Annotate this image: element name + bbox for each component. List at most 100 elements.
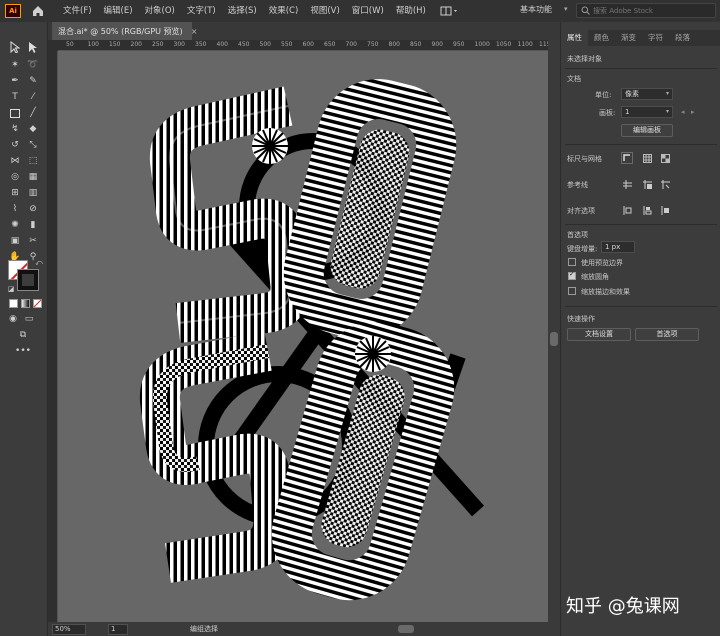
menu-item[interactable]: 效果(C) bbox=[263, 0, 305, 22]
home-icon[interactable] bbox=[31, 4, 45, 18]
selection-status: 未选择对象 bbox=[567, 55, 602, 63]
gradient-tool-icon[interactable]: ▥ bbox=[26, 186, 40, 200]
show-guides-icon[interactable] bbox=[621, 178, 633, 190]
document-tab[interactable]: 混合.ai* @ 50% (RGB/GPU 预览) × bbox=[52, 22, 197, 40]
menu-item[interactable]: 窗口(W) bbox=[346, 0, 390, 22]
ruler-tick-label: 100 bbox=[87, 41, 99, 48]
screen-mode-icon[interactable]: ▭ bbox=[22, 312, 36, 326]
symbol-sprayer-icon[interactable]: ✺ bbox=[8, 218, 22, 232]
line-tool-icon[interactable]: ⁄ bbox=[26, 90, 40, 104]
pen-tool-icon[interactable]: ✒ bbox=[8, 74, 22, 88]
units-select[interactable]: 像素 ▾ bbox=[621, 88, 673, 100]
search-input[interactable] bbox=[593, 6, 708, 15]
artboard-next-icon[interactable]: ▸ bbox=[691, 108, 695, 116]
artboard-select[interactable]: 1 ▾ bbox=[621, 106, 673, 118]
width-tool-icon[interactable]: ⋈ bbox=[8, 154, 22, 168]
use-preview-bounds-label: 使用预览边界 bbox=[581, 259, 623, 267]
use-preview-bounds-checkbox[interactable] bbox=[568, 258, 576, 266]
document-tab-bar: 混合.ai* @ 50% (RGB/GPU 预览) × bbox=[48, 22, 560, 40]
swap-colors-icon[interactable]: ⤺ bbox=[32, 256, 46, 270]
draw-mode-icon[interactable]: ◉ bbox=[6, 312, 20, 326]
panel-tab[interactable]: 渐变 bbox=[615, 30, 642, 46]
document-setup-button[interactable]: 文档设置 bbox=[567, 328, 631, 341]
panel-tab[interactable]: 字符 bbox=[642, 30, 669, 46]
mesh-tool-icon[interactable]: ⊞ bbox=[8, 186, 22, 200]
align-to-artboard-icon[interactable] bbox=[659, 204, 671, 216]
divider bbox=[565, 144, 717, 145]
align-options-label: 对齐选项 bbox=[567, 207, 595, 215]
panel-tab[interactable]: 属性 bbox=[561, 30, 588, 46]
arrange-documents-icon[interactable] bbox=[440, 4, 462, 18]
column-graph-icon[interactable]: ▮ bbox=[26, 218, 40, 232]
eraser-tool-icon[interactable]: ◆ bbox=[26, 122, 40, 136]
slice-tool-icon[interactable]: ✂ bbox=[26, 234, 40, 248]
ruler-origin[interactable] bbox=[48, 40, 58, 51]
curvature-tool-icon[interactable]: ✎ bbox=[26, 74, 40, 88]
rotate-tool-icon[interactable]: ↺ bbox=[8, 138, 22, 152]
zoom-level-field[interactable]: 50% bbox=[52, 623, 86, 635]
stroke-swatch[interactable] bbox=[17, 269, 39, 291]
preferences-button[interactable]: 首选项 bbox=[635, 328, 699, 341]
stock-search[interactable] bbox=[576, 3, 716, 18]
panel-tab[interactable]: 颜色 bbox=[588, 30, 615, 46]
menu-item[interactable]: 文字(T) bbox=[181, 0, 222, 22]
units-label: 单位: bbox=[595, 91, 612, 99]
menu-item[interactable]: 视图(V) bbox=[304, 0, 345, 22]
align-to-key-object-icon[interactable] bbox=[641, 204, 653, 216]
horizontal-scroll-thumb[interactable] bbox=[398, 625, 414, 633]
vertical-scroll-thumb[interactable] bbox=[550, 332, 558, 346]
ruler-tick-label: 150 bbox=[109, 41, 121, 48]
magic-wand-icon[interactable]: ✶ bbox=[8, 58, 22, 72]
rulers-grids-label: 标尺与网格 bbox=[567, 155, 602, 163]
selection-tool-icon[interactable] bbox=[8, 40, 22, 54]
scale-strokes-checkbox[interactable] bbox=[568, 287, 576, 295]
preferences-heading: 首选项 bbox=[567, 231, 588, 239]
chevron-down-icon[interactable]: ▾ bbox=[564, 5, 568, 13]
lock-guides-icon[interactable] bbox=[641, 178, 653, 190]
watermark: 知乎 @兔课网 bbox=[566, 596, 680, 617]
change-screen-mode-icon[interactable]: ⧉ bbox=[16, 328, 30, 342]
grid-toggle-icon[interactable] bbox=[641, 152, 653, 164]
shaper-tool-icon[interactable]: ↯ bbox=[8, 122, 22, 136]
align-to-selection-icon[interactable] bbox=[621, 204, 633, 216]
direct-selection-tool-icon[interactable] bbox=[26, 40, 40, 54]
rectangle-tool-icon[interactable] bbox=[8, 106, 22, 120]
artboard-canvas[interactable] bbox=[58, 51, 548, 622]
ruler-tick-label: 50 bbox=[66, 41, 74, 48]
blend-tool-icon[interactable]: ⊘ bbox=[26, 202, 40, 216]
perspective-grid-icon[interactable]: ▦ bbox=[26, 170, 40, 184]
default-colors-icon[interactable]: ◪ bbox=[4, 282, 18, 296]
menu-item[interactable]: 帮助(H) bbox=[390, 0, 432, 22]
smart-guides-icon[interactable] bbox=[659, 178, 671, 190]
menu-item[interactable]: 文件(F) bbox=[57, 0, 98, 22]
menu-item[interactable]: 编辑(E) bbox=[98, 0, 139, 22]
close-icon[interactable]: × bbox=[191, 27, 198, 36]
vertical-scrollbar[interactable] bbox=[548, 40, 560, 622]
menu-item[interactable]: 选择(S) bbox=[222, 0, 263, 22]
workspace-switcher[interactable]: 基本功能 bbox=[520, 4, 552, 15]
type-tool-icon[interactable]: T bbox=[8, 90, 22, 104]
keyboard-increment-input[interactable]: 1 px bbox=[601, 241, 635, 253]
artboard-tool-icon[interactable]: ▣ bbox=[8, 234, 22, 248]
edit-toolbar-icon[interactable]: ••• bbox=[15, 344, 31, 358]
ruler-tick-label: 350 bbox=[195, 41, 207, 48]
transparency-grid-icon[interactable] bbox=[659, 152, 671, 164]
lasso-icon[interactable]: ➰ bbox=[26, 58, 40, 72]
paintbrush-tool-icon[interactable]: ╱ bbox=[26, 106, 40, 120]
ruler-toggle-icon[interactable] bbox=[621, 152, 633, 164]
shape-builder-icon[interactable]: ◎ bbox=[8, 170, 22, 184]
artboard-navigation-field[interactable]: 1 bbox=[108, 623, 128, 635]
edit-artboards-button[interactable]: 编辑画板 bbox=[621, 124, 673, 137]
scale-tool-icon[interactable]: ⤡ bbox=[26, 138, 40, 152]
panel-tab[interactable]: 段落 bbox=[669, 30, 696, 46]
none-mode-icon[interactable] bbox=[30, 296, 44, 310]
scale-corners-checkbox[interactable] bbox=[568, 270, 576, 280]
artboard-prev-icon[interactable]: ◂ bbox=[681, 108, 685, 116]
ruler-tick-label: 550 bbox=[281, 41, 293, 48]
eyedropper-icon[interactable]: ⌇ bbox=[8, 202, 22, 216]
vertical-ruler bbox=[48, 51, 58, 622]
ruler-tick-label: 400 bbox=[216, 41, 228, 48]
menu-item[interactable]: 对象(O) bbox=[139, 0, 181, 22]
free-transform-tool-icon[interactable]: ⬚ bbox=[26, 154, 40, 168]
ruler-tick-label: 200 bbox=[130, 41, 142, 48]
